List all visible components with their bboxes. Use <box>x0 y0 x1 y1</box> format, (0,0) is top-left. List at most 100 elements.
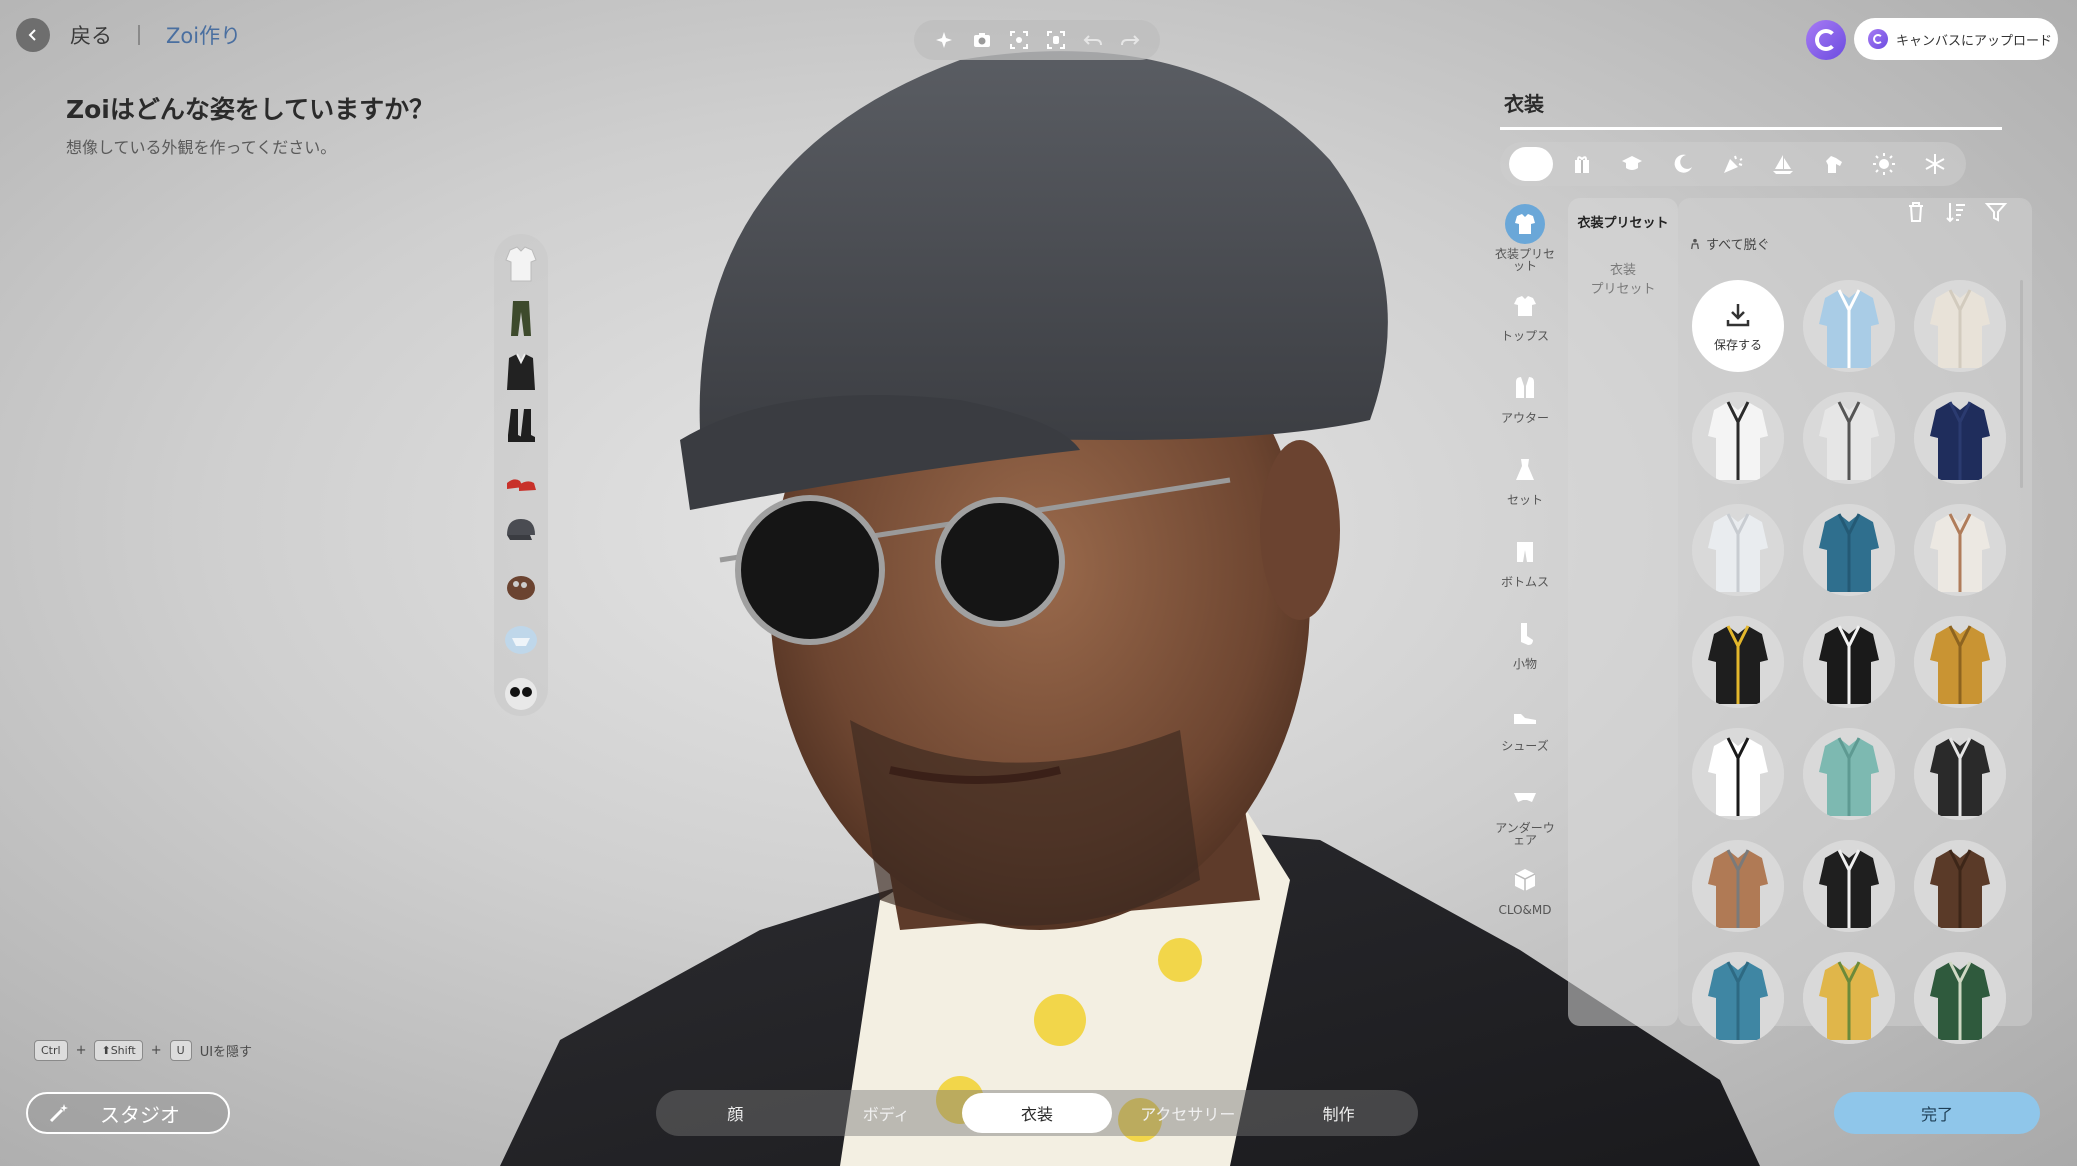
clo-cube-icon <box>1514 869 1536 891</box>
category-outer[interactable]: アウター <box>1490 362 1560 444</box>
subcategory-outfit-preset-2[interactable]: 衣装 プリセット <box>1568 245 1678 311</box>
nav-divider <box>138 25 140 45</box>
filter-gift[interactable] <box>1560 147 1604 181</box>
outfit-grid-scrollbar[interactable] <box>2020 280 2023 488</box>
outfit-tile-teal-track-jacket[interactable] <box>1692 952 1784 1044</box>
pants-icon <box>511 301 531 336</box>
filter-winter[interactable] <box>1913 147 1957 181</box>
outfit-tile-yellow-floral-shirt[interactable] <box>1803 952 1895 1044</box>
category-set[interactable]: セット <box>1490 444 1560 526</box>
outfit-tile-teal-baseball-shirt[interactable] <box>1803 504 1895 596</box>
party-icon <box>1723 155 1743 173</box>
filter-summer[interactable] <box>1862 147 1906 181</box>
sneakers-icon <box>507 479 536 492</box>
outfit-tile-free-spirit-tee[interactable] <box>1914 504 2006 596</box>
filter-western[interactable] <box>1812 147 1856 181</box>
camera-toolbar <box>914 20 1160 60</box>
ring-hand-icon <box>507 576 535 601</box>
tab-outfit[interactable]: 衣装 <box>961 1093 1113 1133</box>
panel-underline <box>1500 127 2002 130</box>
filter-night[interactable] <box>1661 147 1705 181</box>
outfit-category-list: 衣装プリセット トップス アウター セット ボトムス 小物 シューズ アンダーウ… <box>1490 198 1560 936</box>
category-shoes[interactable]: シューズ <box>1490 690 1560 772</box>
undress-all-button[interactable]: すべて脱ぐ <box>1690 234 1770 253</box>
category-label: トップス <box>1500 329 1549 343</box>
equipped-boots[interactable] <box>500 403 542 448</box>
outfit-tile-cream-knit-sweater[interactable] <box>1914 280 2006 372</box>
plus-sign: + <box>150 1043 162 1058</box>
category-icon-wrap <box>1505 204 1545 244</box>
equipped-items-strip <box>494 234 548 716</box>
outfit-tile-light-blue-denim-shirt[interactable] <box>1803 280 1895 372</box>
filter-sea[interactable] <box>1761 147 1805 181</box>
tshirt-icon <box>1514 296 1536 316</box>
filter-all[interactable] <box>1509 147 1554 181</box>
redo-button[interactable] <box>1116 26 1144 54</box>
outfit-tile-mustard-jacket[interactable] <box>1914 616 2006 708</box>
save-outfit-button[interactable]: 保存する <box>1692 280 1784 372</box>
outfit-tile-baysider-8-tank[interactable] <box>1803 392 1895 484</box>
outfit-tile-varsity-jacket[interactable] <box>1803 616 1895 708</box>
back-button[interactable] <box>16 18 50 52</box>
outfit-tile-green-tropical-shirt[interactable] <box>1914 952 2006 1044</box>
category-accessories[interactable]: 小物 <box>1490 608 1560 690</box>
boots-icon <box>508 409 535 443</box>
filter-party[interactable] <box>1711 147 1755 181</box>
plus-sign: + <box>75 1043 87 1058</box>
outfit-tile-navy-tee[interactable] <box>1914 392 2006 484</box>
category-clo-md[interactable]: CLO&MD <box>1490 854 1560 936</box>
equipped-shirt[interactable] <box>500 242 542 287</box>
equipped-pants[interactable] <box>500 296 542 341</box>
outfit-thumbnail <box>1803 504 1895 596</box>
focus-body-button[interactable] <box>1042 26 1070 54</box>
outfit-tile-black-hoodie-jacket[interactable] <box>1914 728 2006 820</box>
download-icon <box>1726 303 1750 326</box>
u-key: U <box>169 1040 192 1061</box>
outfit-tile-bare-torso[interactable] <box>1692 840 1784 932</box>
tab-body[interactable]: ボディ <box>811 1093 962 1133</box>
page-title: Zoiはどんな姿をしていますか？ <box>66 95 435 124</box>
outfit-thumbnail <box>1803 280 1895 372</box>
category-icon-wrap <box>1505 614 1545 654</box>
subcategory-outfit-preset[interactable]: 衣装プリセット <box>1568 198 1678 245</box>
equipped-sunglasses[interactable] <box>500 671 542 716</box>
sparkle-button[interactable] <box>931 26 959 54</box>
equipped-underwear[interactable] <box>500 618 542 663</box>
outfit-tile-brown-blazer[interactable] <box>1914 840 2006 932</box>
outfit-tile-striped-rugby[interactable] <box>1692 728 1784 820</box>
outfit-preset-icon <box>1515 214 1535 234</box>
canvas-logo-icon <box>1868 29 1888 49</box>
category-tops[interactable]: トップス <box>1490 280 1560 362</box>
graduation-cap-icon <box>1622 156 1643 170</box>
sort-icon[interactable] <box>1944 200 1968 224</box>
equipped-cap[interactable] <box>500 510 542 555</box>
trash-icon[interactable] <box>1904 200 1928 224</box>
focus-face-button[interactable] <box>1005 26 1033 54</box>
page-heading: Zoiはどんな姿をしていますか？ 想像している外観を作ってください。 <box>66 90 434 158</box>
camera-button[interactable] <box>968 26 996 54</box>
category-underwear[interactable]: アンダーウェア <box>1490 772 1560 854</box>
tab-creation[interactable]: 制作 <box>1263 1093 1414 1133</box>
filter-school[interactable] <box>1610 147 1654 181</box>
done-button[interactable]: 完了 <box>1834 1092 2040 1134</box>
canvas-profile-avatar[interactable] <box>1806 20 1846 60</box>
category-bottoms[interactable]: ボトムス <box>1490 526 1560 608</box>
outfit-tile-mint-camp-shirt[interactable] <box>1803 728 1895 820</box>
undo-button[interactable] <box>1079 26 1107 54</box>
back-label[interactable]: 戻る <box>70 20 112 50</box>
focus-face-icon <box>1009 31 1028 49</box>
equipped-shoes[interactable] <box>500 457 542 502</box>
equipped-gloves[interactable] <box>500 564 542 609</box>
filter-funnel-icon[interactable] <box>1984 200 2008 224</box>
outfit-tile-black-open-jacket[interactable] <box>1803 840 1895 932</box>
category-outfit-preset[interactable]: 衣装プリセット <box>1490 198 1560 280</box>
outfit-thumbnail <box>1692 392 1784 484</box>
outfit-tile-white-tee-dark-pants[interactable] <box>1692 392 1784 484</box>
outfit-tile-black-jersey-yellow[interactable] <box>1692 616 1784 708</box>
tab-face[interactable]: 顔 <box>660 1093 811 1133</box>
studio-button[interactable]: スタジオ <box>26 1092 230 1134</box>
outfit-tile-light-henley[interactable] <box>1692 504 1784 596</box>
tab-accessory[interactable]: アクセサリー <box>1112 1093 1263 1133</box>
upload-to-canvas-button[interactable]: キャンバスにアップロード <box>1854 18 2058 60</box>
equipped-jacket[interactable] <box>500 349 542 394</box>
